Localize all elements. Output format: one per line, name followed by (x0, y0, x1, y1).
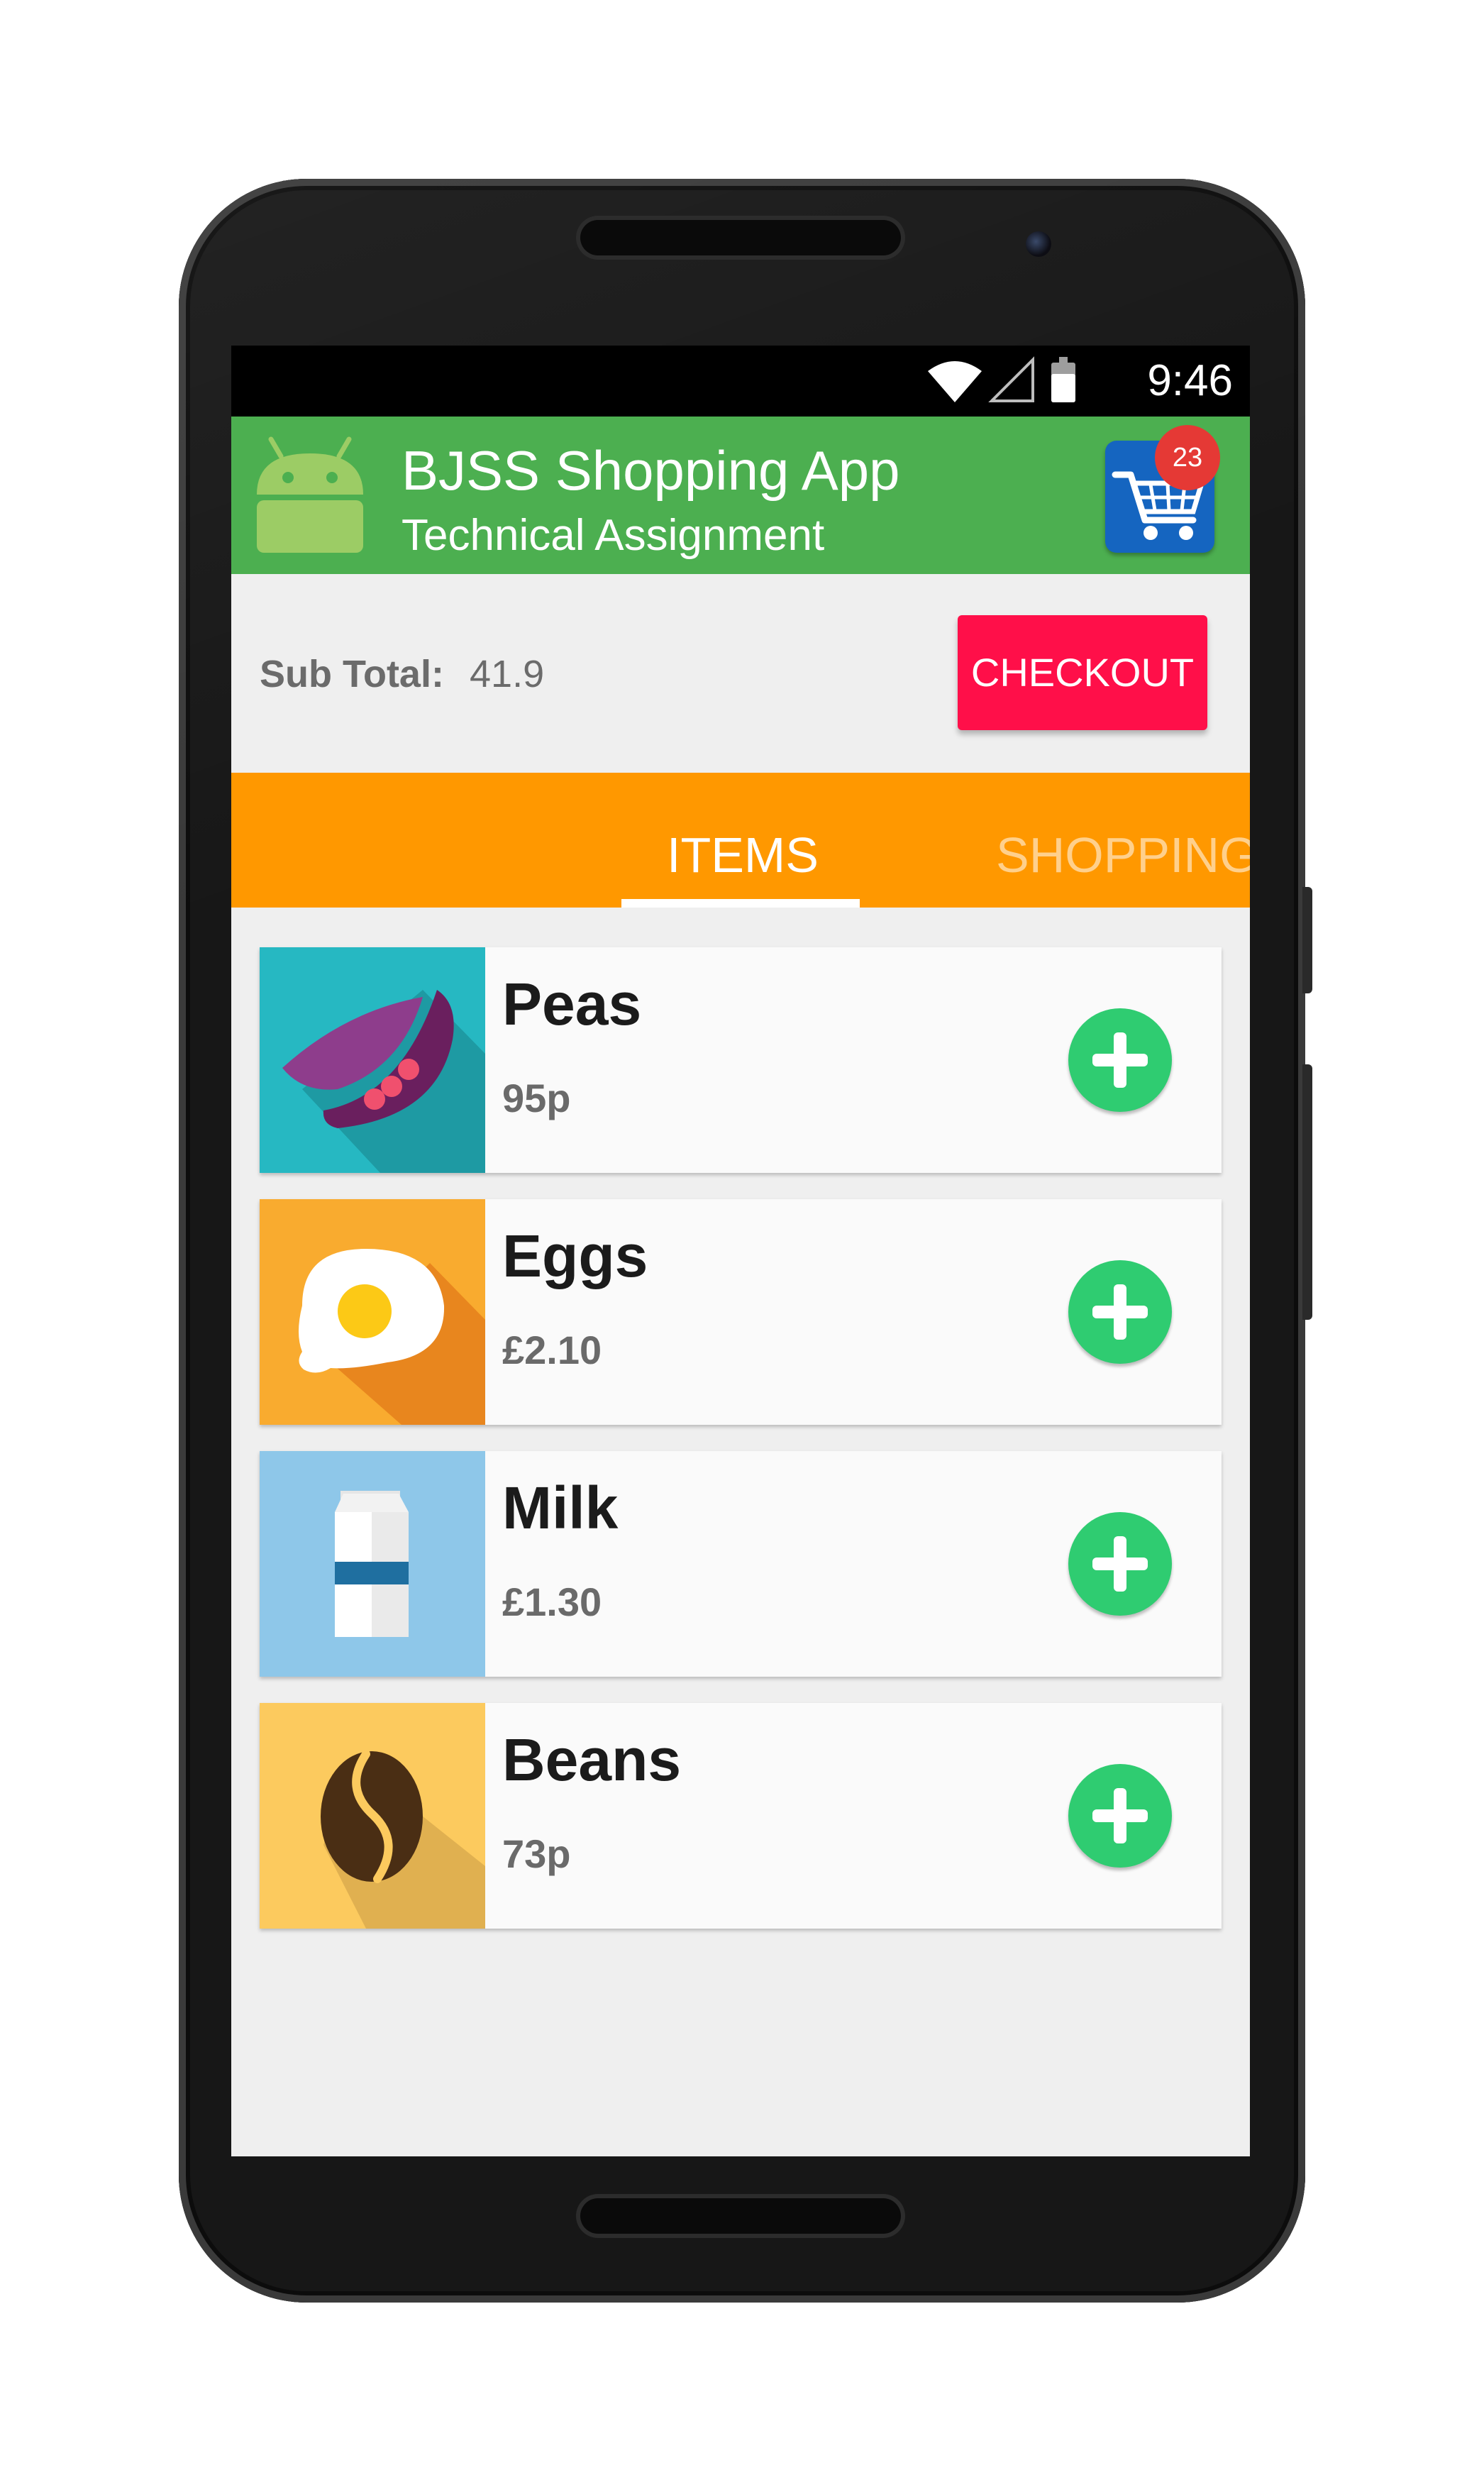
item-thumbnail (260, 1199, 485, 1425)
list-item-milk[interactable]: Milk £1.30 (260, 1451, 1222, 1677)
screen: 9:46 BJSS Shopping App Technical Assignm… (231, 346, 1250, 2156)
signal-icon (988, 356, 1034, 402)
fried-egg-icon (299, 1249, 485, 1425)
list-item-beans[interactable]: Beans 73p (260, 1703, 1222, 1929)
peas-icon (282, 990, 485, 1173)
item-price: £2.10 (502, 1328, 602, 1372)
item-thumbnail (260, 1451, 485, 1677)
subtotal-value: 41.9 (470, 653, 545, 695)
battery-icon (1051, 357, 1075, 402)
top-speaker (580, 220, 901, 255)
add-button[interactable] (1068, 1008, 1172, 1112)
subtotal-label: Sub Total: (260, 653, 444, 695)
tab-bar: ITEMS SHOPPING (231, 773, 1250, 908)
app-bar: BJSS Shopping App Technical Assignment 2… (231, 417, 1250, 574)
wifi-icon (928, 361, 982, 402)
add-button[interactable] (1068, 1512, 1172, 1616)
item-price: £1.30 (502, 1579, 602, 1624)
subtotal-panel: Sub Total: 41.9 CHECKOUT (231, 574, 1250, 773)
front-camera (1026, 231, 1051, 257)
power-button (1302, 1064, 1312, 1320)
item-name: Peas (502, 971, 642, 1037)
android-icon (257, 436, 363, 553)
tab-indicator (621, 899, 860, 908)
add-button[interactable] (1068, 1260, 1172, 1364)
tab-shopping[interactable]: SHOPPING (996, 827, 1250, 883)
checkout-button[interactable]: CHECKOUT (958, 615, 1207, 730)
item-thumbnail (260, 947, 485, 1173)
item-name: Milk (502, 1474, 619, 1541)
milk-carton-icon (335, 1491, 409, 1637)
coffee-bean-icon (321, 1750, 485, 1929)
item-price: 73p (502, 1831, 571, 1876)
status-bar: 9:46 (231, 346, 1250, 417)
status-icons (928, 356, 1075, 402)
list-item-eggs[interactable]: Eggs £2.10 (260, 1199, 1222, 1425)
bottom-speaker (580, 2198, 901, 2234)
item-thumbnail (260, 1703, 485, 1929)
volume-button (1302, 887, 1312, 993)
item-name: Eggs (502, 1223, 648, 1289)
app-subtitle: Technical Assignment (402, 511, 825, 560)
cart-badge: 23 (1155, 425, 1220, 490)
list-item-peas[interactable]: Peas 95p (260, 947, 1222, 1173)
tab-items[interactable]: ITEMS (667, 827, 819, 883)
status-time: 9:46 (1147, 356, 1233, 405)
app-title: BJSS Shopping App (402, 439, 900, 502)
add-button[interactable] (1068, 1764, 1172, 1868)
item-name: Beans (502, 1726, 682, 1793)
item-price: 95p (502, 1076, 571, 1120)
